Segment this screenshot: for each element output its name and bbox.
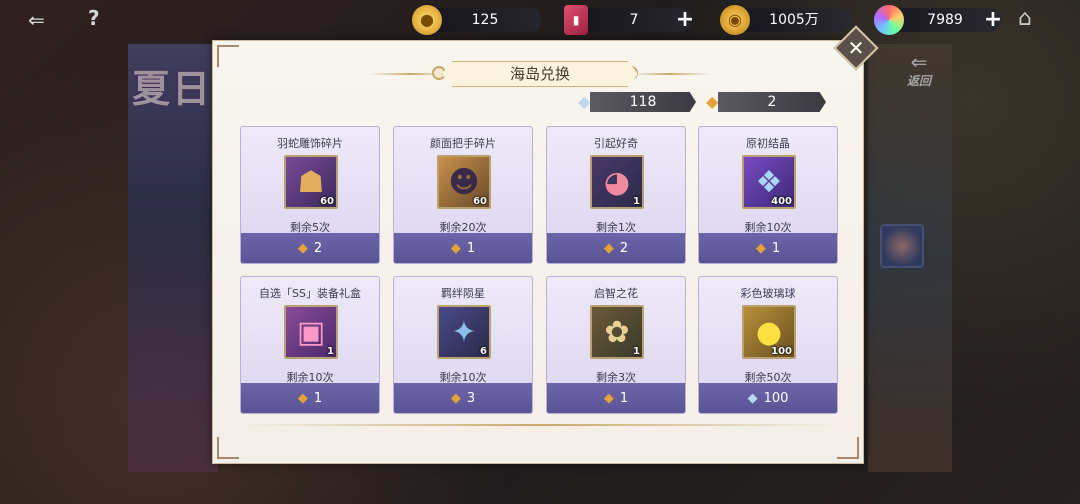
crystal-icon: ❖ 400 (742, 155, 796, 209)
exchange-item-card[interactable]: 彩色玻璃球 ● 100 剩余50次 ◆ 100 (698, 276, 838, 414)
cost-value: 3 (466, 390, 476, 406)
gold-shell-icon: ◆ (603, 240, 614, 256)
item-name: 启智之花 (594, 287, 638, 300)
gold-shell-icon: ◆ (297, 390, 308, 406)
mask-shard-icon: ☗ 60 (284, 155, 338, 209)
resource-slot-gold-stack: 125 (428, 8, 542, 32)
item-quantity: 100 (771, 346, 792, 357)
rainbow-gem-icon (874, 5, 904, 35)
item-name: 自选「SS」装备礼盒 (259, 287, 361, 300)
exchange-item-card[interactable]: 原初结晶 ❖ 400 剩余10次 ◆ 1 (698, 126, 838, 264)
cost-value: 1 (313, 390, 323, 406)
item-name: 羁绊陨星 (441, 287, 485, 300)
exchange-item-card[interactable]: 羁绊陨星 ✦ 6 剩余10次 ◆ 3 (393, 276, 533, 414)
home-icon[interactable]: ⌂ (1018, 6, 1032, 31)
resource-value: 7989 (927, 12, 963, 28)
item-quantity: 60 (320, 196, 334, 207)
item-name: 羽蛇雕饰碎片 (277, 137, 343, 150)
cost-value: 2 (619, 240, 629, 256)
meteor-icon: ✦ 6 (437, 305, 491, 359)
exchange-cost-button[interactable]: ◆ 3 (394, 383, 532, 413)
panel-bottom-divider (240, 424, 838, 426)
panel-corner-ornament (217, 437, 239, 459)
item-quantity: 60 (473, 196, 487, 207)
exchange-cost-button[interactable]: ◆ 2 (547, 233, 685, 263)
cost-value: 100 (763, 390, 789, 406)
top-back-icon[interactable]: ⇐ (28, 8, 45, 32)
item-quantity: 400 (771, 196, 792, 207)
panel-corner-ornament (217, 45, 239, 67)
currency-value: 2 (767, 94, 777, 110)
resource-value: 1005万 (769, 12, 819, 28)
exchange-cost-button[interactable]: ◆ 1 (241, 383, 379, 413)
resource-value: 7 (629, 12, 639, 28)
item-name: 颜面把手碎片 (430, 137, 496, 150)
exchange-cost-button[interactable]: ◆ 1 (547, 383, 685, 413)
item-name: 引起好奇 (594, 137, 638, 150)
item-quantity: 1 (327, 346, 334, 357)
exchange-item-card[interactable]: 羽蛇雕饰碎片 ☗ 60 剩余5次 ◆ 2 (240, 126, 380, 264)
close-icon: ✕ (847, 36, 865, 60)
item-quantity: 6 (480, 346, 487, 357)
item-name: 原初结晶 (746, 137, 790, 150)
help-icon[interactable]: ? (88, 6, 100, 30)
add-gem-button[interactable]: + (982, 9, 1004, 31)
cost-value: 1 (466, 240, 476, 256)
exchange-item-card[interactable]: 引起好奇 ◕ 1 剩余1次 ◆ 2 (546, 126, 686, 264)
exchange-cost-button[interactable]: ◆ 2 (241, 233, 379, 263)
resource-slot-gold-coin: 1005万 (736, 8, 852, 32)
cake-icon: ◕ 1 (590, 155, 644, 209)
panel-corner-ornament (837, 437, 859, 459)
panel-title: 海岛兑换 (442, 61, 638, 87)
item-quantity: 1 (633, 196, 640, 207)
gold-shell-icon: ◆ (706, 92, 719, 111)
gold-coin-stack-icon: ● (412, 5, 442, 35)
blue-shell-icon: ◆ (578, 92, 591, 111)
resource-value: 125 (471, 12, 499, 28)
glass-orb-icon: ● 100 (742, 305, 796, 359)
cost-value: 2 (313, 240, 323, 256)
add-ticket-button[interactable]: + (674, 9, 696, 31)
portrait-shard-icon: ☻ 60 (437, 155, 491, 209)
gold-shell-icon: ◆ (450, 240, 461, 256)
currency-gold-shell: 2 (718, 92, 826, 112)
gold-coin-icon: ◉ (720, 5, 750, 35)
gold-shell-icon: ◆ (297, 240, 308, 256)
cost-value: 1 (771, 240, 781, 256)
gift-box-icon: ▣ 1 (284, 305, 338, 359)
currency-value: 118 (629, 94, 657, 110)
exchange-cost-button[interactable]: ◆ 1 (699, 233, 837, 263)
red-ticket-icon: ▮ (564, 5, 588, 35)
cost-value: 1 (619, 390, 629, 406)
gold-shell-icon: ◆ (603, 390, 614, 406)
exchange-item-card[interactable]: 颜面把手碎片 ☻ 60 剩余20次 ◆ 1 (393, 126, 533, 264)
gold-shell-icon: ◆ (755, 240, 766, 256)
exchange-cost-button[interactable]: ◆ 100 (699, 383, 837, 413)
exchange-item-card[interactable]: 自选「SS」装备礼盒 ▣ 1 剩余10次 ◆ 1 (240, 276, 380, 414)
flower-icon: ✿ 1 (590, 305, 644, 359)
item-quantity: 1 (633, 346, 640, 357)
gold-shell-icon: ◆ (450, 390, 461, 406)
exchange-cost-button[interactable]: ◆ 1 (394, 233, 532, 263)
currency-blue-shell: 118 (590, 92, 696, 112)
exchange-item-card[interactable]: 启智之花 ✿ 1 剩余3次 ◆ 1 (546, 276, 686, 414)
item-name: 彩色玻璃球 (740, 287, 796, 300)
title-divider-right (630, 73, 710, 75)
blue-shell-icon: ◆ (747, 390, 758, 406)
